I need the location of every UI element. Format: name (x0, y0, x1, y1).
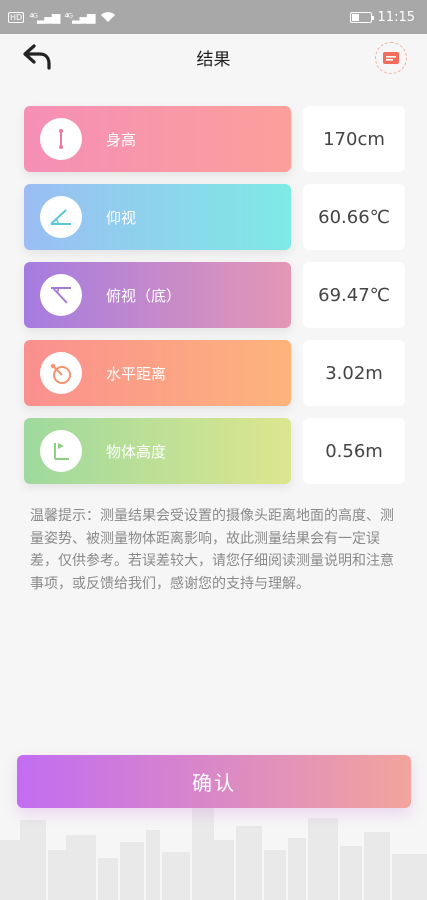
confirm-button[interactable]: 确认 (17, 755, 411, 808)
result-label: 物体高度 (106, 442, 167, 461)
status-right: 11:15 (349, 9, 415, 25)
network-type-label-2: ⁴ᴳ (64, 10, 73, 24)
record-icon (383, 52, 399, 64)
result-value: 170cm (303, 106, 405, 172)
horizontal-distance-icon (40, 352, 82, 394)
signal-icon: ⁴ᴳ▂▄▆ (29, 10, 60, 24)
wifi-icon (100, 12, 115, 22)
result-label: 身高 (106, 130, 137, 149)
depression-angle-icon (40, 274, 82, 316)
result-row-object-height: 物体高度 0.56m (24, 418, 405, 484)
result-card: 水平距离 (24, 340, 291, 406)
result-card: 仰视 (24, 184, 291, 250)
result-list: 身高 170cm 仰视 60.66℃ 俯视（底） 69.47℃ 水平距离 3.0… (24, 106, 405, 496)
hd-badge: HD (8, 11, 25, 23)
status-bar: HD ⁴ᴳ▂▄▆ ⁴ᴳ▂▄▆ 11:15 (0, 0, 427, 34)
result-label: 俯视（底） (106, 286, 182, 305)
result-card: 物体高度 (24, 418, 291, 484)
result-value: 3.02m (303, 340, 405, 406)
network-type-label: ⁴ᴳ (29, 10, 38, 24)
result-row-distance: 水平距离 3.02m (24, 340, 405, 406)
nav-bar: 结果 (0, 34, 427, 80)
page-title: 结果 (196, 49, 231, 70)
result-value: 69.47℃ (303, 262, 405, 328)
result-row-elevation: 仰视 60.66℃ (24, 184, 405, 250)
elevation-angle-icon (40, 196, 82, 238)
result-value: 0.56m (303, 418, 405, 484)
tip-text: 温馨提示：测量结果会受设置的摄像头距离地面的高度、测量姿势、被测量物体距离影响，… (30, 508, 394, 592)
back-arrow-icon (23, 44, 51, 70)
record-button[interactable] (375, 42, 407, 74)
result-card: 俯视（底） (24, 262, 291, 328)
object-height-icon (40, 430, 82, 472)
result-label: 水平距离 (106, 364, 167, 383)
result-card: 身高 (24, 106, 291, 172)
result-row-depression: 俯视（底） 69.47℃ (24, 262, 405, 328)
battery-icon (349, 11, 374, 23)
status-left: HD ⁴ᴳ▂▄▆ ⁴ᴳ▂▄▆ (8, 11, 116, 24)
back-button[interactable] (20, 42, 54, 72)
clock: 11:15 (377, 9, 415, 25)
result-row-height: 身高 170cm (24, 106, 405, 172)
height-icon (40, 118, 82, 160)
signal-icon-2: ⁴ᴳ▂▄▆ (64, 10, 95, 24)
result-value: 60.66℃ (303, 184, 405, 250)
result-label: 仰视 (106, 208, 137, 227)
